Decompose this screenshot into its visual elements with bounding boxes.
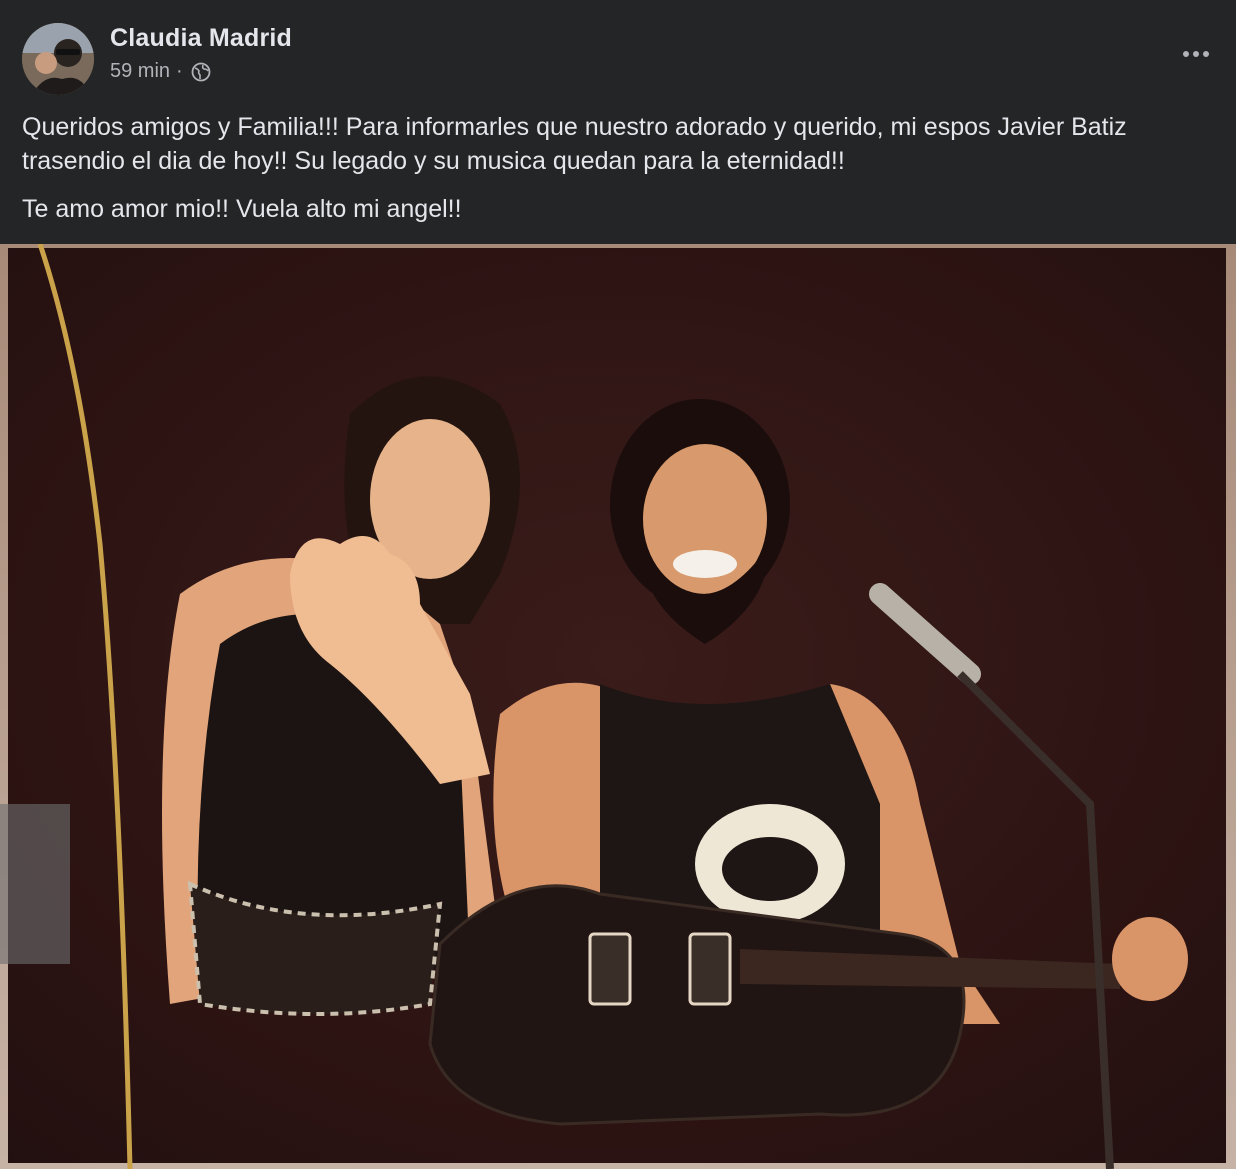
post-header: Claudia Madrid 59 min · <box>0 0 1236 100</box>
author-name[interactable]: Claudia Madrid <box>110 24 292 53</box>
meta-separator: · <box>176 60 183 82</box>
post-text: Queridos amigos y Familia!!! Para inform… <box>22 110 1212 240</box>
avatar-image <box>22 23 94 95</box>
post-paragraph: Te amo amor mio!! Vuela alto mi angel!! <box>22 195 462 223</box>
post-paragraph: Queridos amigos y Familia!!! Para inform… <box>22 113 1127 175</box>
globe-icon <box>191 62 211 81</box>
author-avatar[interactable] <box>22 23 94 95</box>
post-timestamp[interactable]: 59 min <box>110 60 170 83</box>
post-card: Claudia Madrid 59 min · Queridos amigos … <box>0 0 1236 1169</box>
more-options-icon <box>1183 51 1209 57</box>
post-meta: 59 min · <box>110 60 211 83</box>
more-options-button[interactable] <box>1178 36 1214 72</box>
photo-image <box>0 244 1236 1169</box>
post-photo[interactable] <box>0 244 1236 1169</box>
